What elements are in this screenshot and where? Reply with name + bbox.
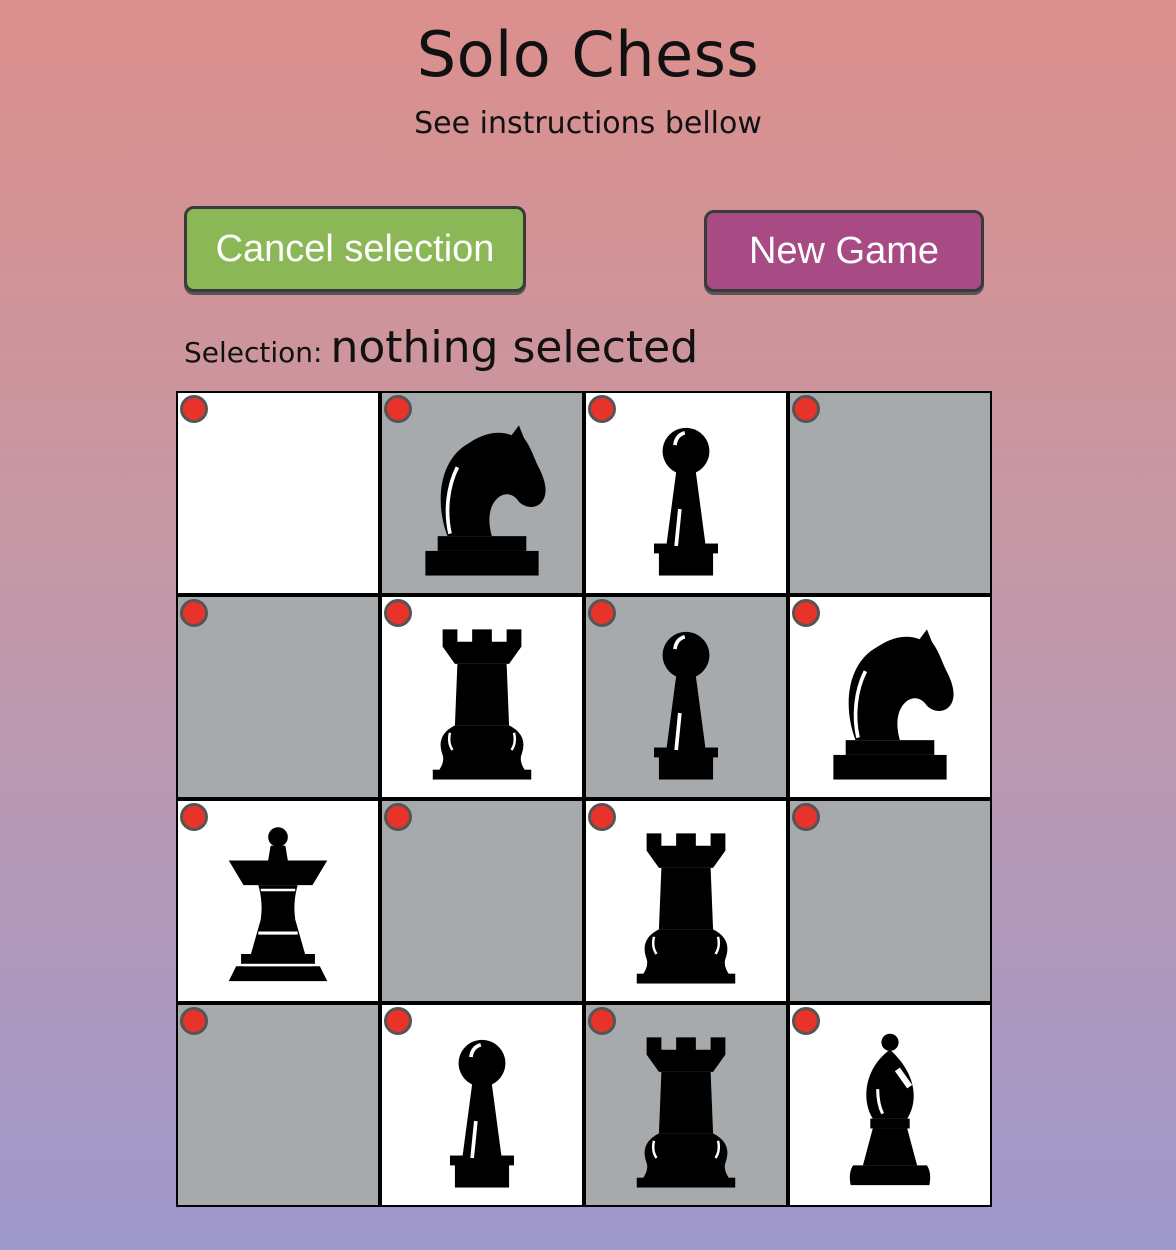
selection-label: Selection: bbox=[184, 336, 323, 369]
selection-value: nothing selected bbox=[330, 322, 699, 373]
square-marker-dot[interactable] bbox=[180, 395, 208, 423]
square-marker-dot[interactable] bbox=[792, 395, 820, 423]
pawn-icon[interactable] bbox=[417, 1030, 547, 1190]
square-marker-dot[interactable] bbox=[588, 1007, 616, 1035]
board-square[interactable] bbox=[380, 1003, 584, 1207]
knight-icon[interactable] bbox=[825, 622, 955, 782]
bishop-icon[interactable] bbox=[825, 1030, 955, 1190]
square-marker-dot[interactable] bbox=[792, 599, 820, 627]
new-game-button[interactable]: New Game bbox=[704, 210, 984, 292]
square-marker-dot[interactable] bbox=[384, 395, 412, 423]
board-square[interactable] bbox=[380, 799, 584, 1003]
board-square[interactable] bbox=[584, 1003, 788, 1207]
queen-icon[interactable] bbox=[213, 826, 343, 986]
board-square[interactable] bbox=[176, 391, 380, 595]
board-square[interactable] bbox=[176, 1003, 380, 1207]
pawn-icon[interactable] bbox=[621, 622, 751, 782]
board-square[interactable] bbox=[584, 799, 788, 1003]
selection-status: Selection: nothing selected bbox=[184, 322, 698, 378]
square-marker-dot[interactable] bbox=[588, 395, 616, 423]
knight-icon[interactable] bbox=[417, 418, 547, 578]
square-marker-dot[interactable] bbox=[384, 803, 412, 831]
pawn-icon[interactable] bbox=[621, 418, 751, 578]
square-marker-dot[interactable] bbox=[180, 1007, 208, 1035]
rook-icon[interactable] bbox=[621, 826, 751, 986]
board-square[interactable] bbox=[176, 595, 380, 799]
board-square[interactable] bbox=[788, 1003, 992, 1207]
square-marker-dot[interactable] bbox=[588, 599, 616, 627]
board-square[interactable] bbox=[380, 391, 584, 595]
rook-icon[interactable] bbox=[417, 622, 547, 782]
cancel-selection-button[interactable]: Cancel selection bbox=[184, 206, 526, 292]
board-square[interactable] bbox=[788, 595, 992, 799]
board-square[interactable] bbox=[788, 391, 992, 595]
square-marker-dot[interactable] bbox=[792, 803, 820, 831]
square-marker-dot[interactable] bbox=[180, 599, 208, 627]
rook-icon[interactable] bbox=[621, 1030, 751, 1190]
square-marker-dot[interactable] bbox=[588, 803, 616, 831]
square-marker-dot[interactable] bbox=[384, 1007, 412, 1035]
board-square[interactable] bbox=[788, 799, 992, 1003]
square-marker-dot[interactable] bbox=[180, 803, 208, 831]
square-marker-dot[interactable] bbox=[792, 1007, 820, 1035]
page-title: Solo Chess bbox=[416, 18, 760, 91]
page-subtitle: See instructions bellow bbox=[414, 106, 762, 141]
board-square[interactable] bbox=[584, 595, 788, 799]
board-square[interactable] bbox=[176, 799, 380, 1003]
board-square[interactable] bbox=[584, 391, 788, 595]
chess-board bbox=[176, 391, 992, 1207]
board-square[interactable] bbox=[380, 595, 584, 799]
square-marker-dot[interactable] bbox=[384, 599, 412, 627]
